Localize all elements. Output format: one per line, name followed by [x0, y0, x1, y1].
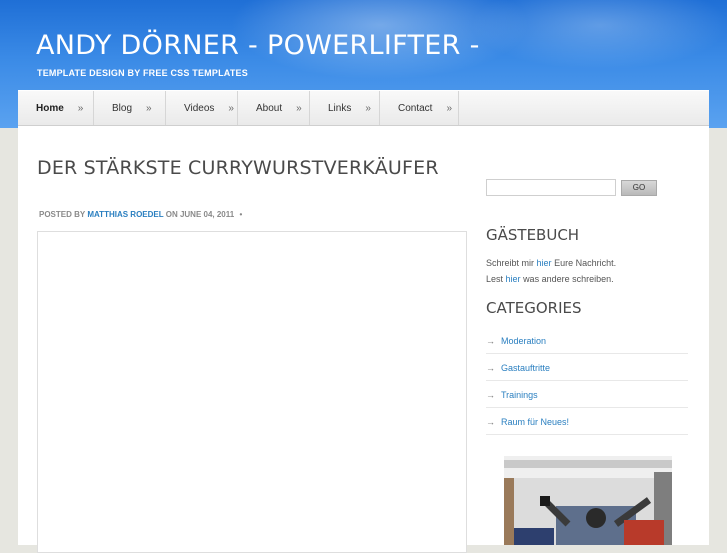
guestbook-heading: GÄSTEBUCH: [486, 226, 580, 244]
sky-cloud: [470, 0, 727, 70]
arrow-right-icon: →: [486, 335, 495, 346]
guestbook-write-link[interactable]: hier: [537, 258, 552, 268]
meta-date: ON JUNE 04, 2011: [165, 210, 235, 219]
menu-item-links[interactable]: Links »: [310, 91, 380, 125]
menu-item-contact[interactable]: Contact »: [380, 91, 459, 125]
guestbook-text: Lest: [486, 274, 504, 284]
menu-item-blog[interactable]: Blog »: [94, 91, 166, 125]
menu-item-videos[interactable]: Videos »: [166, 91, 238, 125]
guestbook-read-line: Lest hier was andere schreiben.: [486, 274, 614, 284]
arrow-right-icon: →: [486, 416, 495, 427]
category-link-raum-fuer-neues[interactable]: Raum für Neues!: [501, 417, 569, 427]
guestbook-text: Schreibt mir: [486, 258, 535, 268]
category-item: → Moderation: [486, 328, 688, 354]
post-title[interactable]: DER STÄRKSTE CURRYWURSTVERKÄUFER: [37, 155, 457, 182]
search-go-button[interactable]: GO: [621, 180, 657, 196]
post-embed-frame[interactable]: [37, 231, 467, 553]
content-area: DER STÄRKSTE CURRYWURSTVERKÄUFER POSTED …: [18, 126, 709, 553]
raquo-icon: »: [146, 102, 152, 114]
photo-illustration: [504, 456, 672, 545]
categories-heading: CATEGORIES: [486, 299, 582, 317]
raquo-icon: »: [365, 102, 371, 114]
arrow-right-icon: →: [486, 389, 495, 400]
menu-item-label: Home: [36, 102, 64, 114]
guestbook-write-line: Schreibt mir hier Eure Nachricht.: [486, 258, 616, 268]
arrow-right-icon: →: [486, 362, 495, 373]
category-link-gastauftritte[interactable]: Gastauftritte: [501, 363, 550, 373]
category-item: → Gastauftritte: [486, 355, 688, 381]
powerlifter-photo: [504, 456, 672, 545]
main-menu: Home » Blog » Videos » About » Links » C…: [18, 90, 709, 125]
site-title[interactable]: ANDY DÖRNER - POWERLIFTER -: [36, 30, 480, 61]
categories-list: → Moderation → Gastauftritte → Trainings…: [486, 328, 688, 436]
menu-item-label: Videos: [184, 102, 215, 114]
site-tagline[interactable]: TEMPLATE DESIGN BY FREE CSS TEMPLATES: [37, 68, 248, 78]
category-link-trainings[interactable]: Trainings: [501, 390, 538, 400]
guestbook-text: Eure Nachricht.: [554, 258, 617, 268]
raquo-icon: »: [228, 102, 234, 114]
raquo-icon: »: [77, 102, 84, 114]
menu-item-home[interactable]: Home »: [18, 91, 94, 125]
menu-item-label: Blog: [112, 102, 133, 114]
guestbook-read-link[interactable]: hier: [506, 274, 521, 284]
guestbook-text: was andere schreiben.: [523, 274, 614, 284]
category-item: → Trainings: [486, 382, 688, 408]
menu-item-label: Contact: [398, 102, 433, 114]
menu-item-label: Links: [328, 102, 352, 114]
category-item: → Raum für Neues!: [486, 409, 688, 435]
menu-item-about[interactable]: About »: [238, 91, 310, 125]
raquo-icon: »: [296, 102, 302, 114]
meta-separator: •: [239, 210, 243, 219]
meta-prefix: POSTED BY: [39, 210, 86, 219]
raquo-icon: »: [446, 102, 453, 114]
search-input[interactable]: [486, 179, 616, 196]
menu-item-label: About: [256, 102, 283, 114]
category-link-moderation[interactable]: Moderation: [501, 336, 546, 346]
post-meta: POSTED BY MATTHIAS ROEDEL ON JUNE 04, 20…: [39, 210, 242, 219]
post-author-link[interactable]: MATTHIAS ROEDEL: [87, 210, 163, 219]
